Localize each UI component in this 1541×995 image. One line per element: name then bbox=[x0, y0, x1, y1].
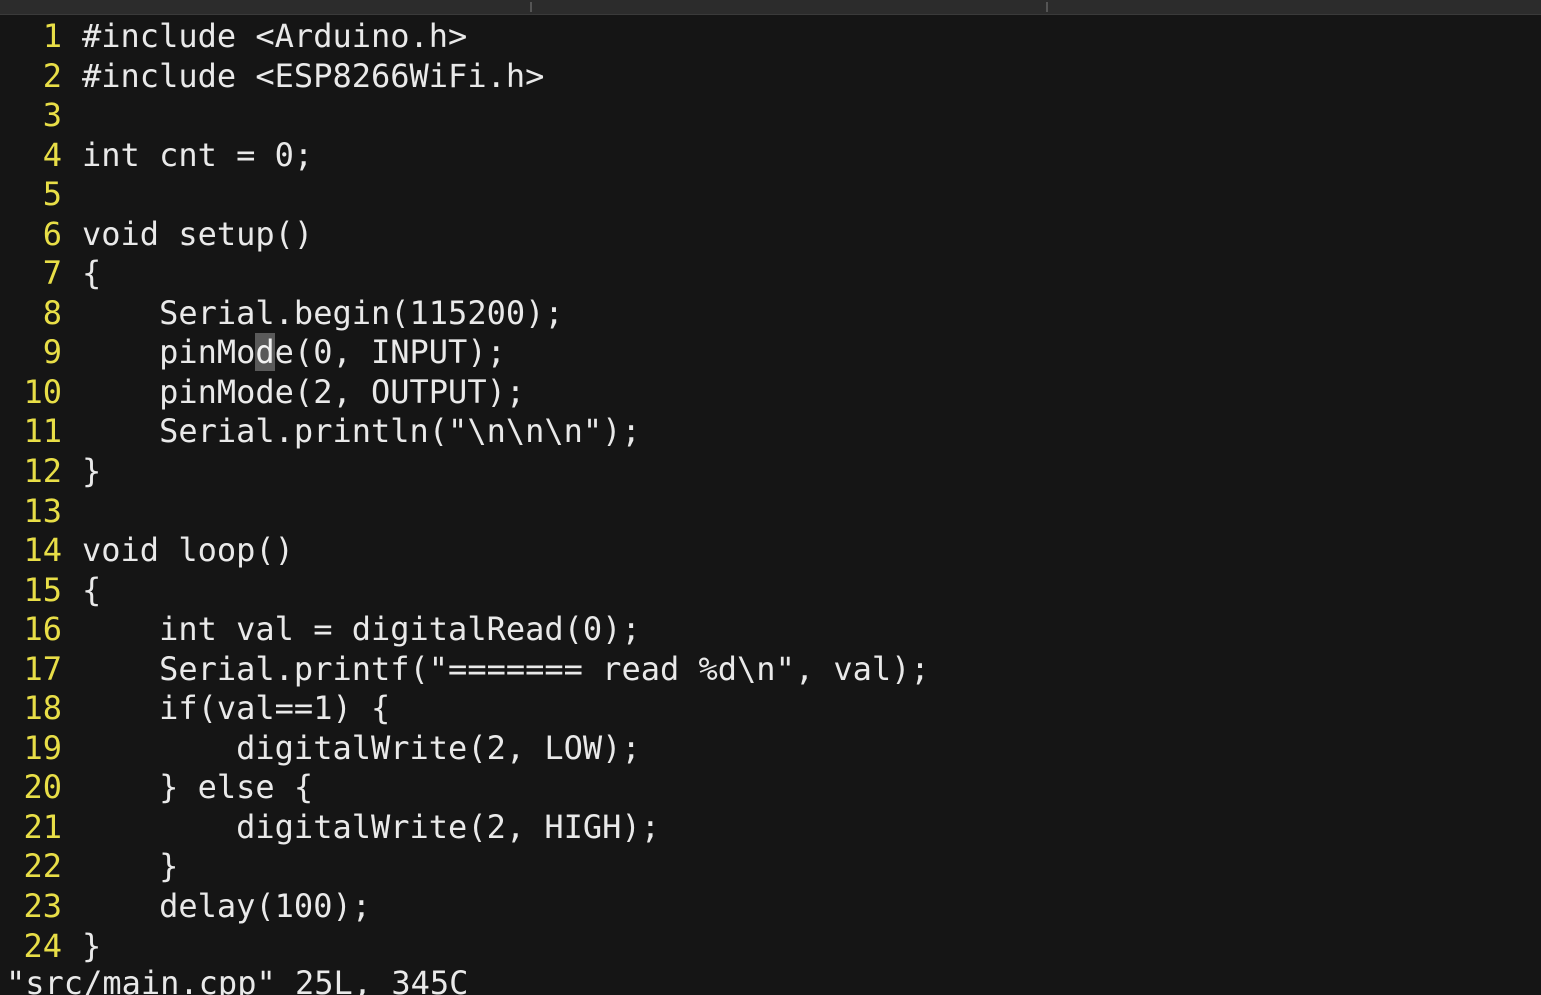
line-number: 7 bbox=[42, 254, 62, 293]
code-text[interactable]: } bbox=[82, 847, 178, 887]
line-number: 22 bbox=[23, 847, 62, 886]
line-number: 24 bbox=[23, 926, 62, 965]
code-text[interactable]: digitalWrite(2, LOW); bbox=[82, 729, 641, 769]
code-line[interactable]: 13 bbox=[0, 492, 1541, 532]
code-line[interactable]: 8 Serial.begin(115200); bbox=[0, 294, 1541, 334]
code-text[interactable]: #include <ESP8266WiFi.h> bbox=[82, 57, 544, 97]
code-text[interactable]: delay(100); bbox=[82, 887, 371, 927]
line-number: 18 bbox=[23, 689, 62, 728]
code-line[interactable]: 20 } else { bbox=[0, 768, 1541, 808]
code-line[interactable]: 21 digitalWrite(2, HIGH); bbox=[0, 808, 1541, 848]
code-line[interactable]: 3 bbox=[0, 96, 1541, 136]
code-line[interactable]: 12} bbox=[0, 452, 1541, 492]
line-number: 3 bbox=[42, 96, 62, 135]
code-text[interactable]: { bbox=[82, 571, 101, 611]
line-number: 4 bbox=[42, 135, 62, 174]
code-text[interactable]: int cnt = 0; bbox=[82, 136, 313, 176]
code-text[interactable]: #include <Arduino.h> bbox=[82, 17, 467, 57]
code-text[interactable]: Serial.printf("======= read %d\n", val); bbox=[82, 650, 930, 690]
code-editor[interactable]: 1 #include <Arduino.h> 2 #include <ESP8266W… bbox=[0, 17, 1541, 966]
code-line[interactable]: 24} bbox=[0, 927, 1541, 967]
code-text[interactable]: Serial.begin(115200); bbox=[82, 294, 564, 334]
code-text[interactable]: } bbox=[82, 452, 101, 492]
code-text[interactable]: void setup() bbox=[82, 215, 313, 255]
code-line[interactable]: 10 pinMode(2, OUTPUT); bbox=[0, 373, 1541, 413]
line-number: 5 bbox=[42, 175, 62, 214]
code-text[interactable]: if(val==1) { bbox=[82, 689, 390, 729]
line-number: 13 bbox=[23, 491, 62, 530]
code-text[interactable]: } bbox=[82, 927, 101, 967]
line-number: 14 bbox=[23, 531, 62, 570]
line-number: 1 bbox=[42, 17, 62, 55]
line-number: 8 bbox=[42, 293, 62, 332]
tab-divider bbox=[530, 2, 532, 12]
code-line[interactable]: 22 } bbox=[0, 847, 1541, 887]
code-line[interactable]: 19 digitalWrite(2, LOW); bbox=[0, 729, 1541, 769]
code-line[interactable]: 18 if(val==1) { bbox=[0, 689, 1541, 729]
tab-divider bbox=[1046, 2, 1048, 12]
code-line[interactable]: 9 pinMode(0, INPUT); bbox=[0, 333, 1541, 373]
code-line[interactable]: 16 int val = digitalRead(0); bbox=[0, 610, 1541, 650]
code-text[interactable]: int val = digitalRead(0); bbox=[82, 610, 641, 650]
status-line: "src/main.cpp" 25L, 345C bbox=[6, 964, 469, 995]
code-line[interactable]: 7{ bbox=[0, 254, 1541, 294]
terminal-top-bar bbox=[0, 0, 1541, 15]
code-text[interactable]: pinMode(0, INPUT); bbox=[82, 333, 506, 373]
line-number: 12 bbox=[23, 452, 62, 491]
code-line[interactable]: 15 { bbox=[0, 571, 1541, 611]
line-number: 15 bbox=[23, 570, 62, 609]
line-number: 23 bbox=[23, 887, 62, 926]
code-line[interactable]: 2 #include <ESP8266WiFi.h> bbox=[0, 57, 1541, 97]
code-text[interactable]: Serial.println("\n\n\n"); bbox=[82, 412, 641, 452]
line-number: 19 bbox=[23, 728, 62, 767]
line-number: 6 bbox=[42, 214, 62, 253]
code-line[interactable]: 6 void setup() bbox=[0, 215, 1541, 255]
code-text[interactable]: digitalWrite(2, HIGH); bbox=[82, 808, 660, 848]
code-text[interactable]: { bbox=[82, 254, 101, 294]
line-number: 16 bbox=[23, 610, 62, 649]
code-line[interactable]: 17 Serial.printf("======= read %d\n", va… bbox=[0, 650, 1541, 690]
code-text[interactable]: void loop() bbox=[82, 531, 294, 571]
code-text[interactable]: pinMode(2, OUTPUT); bbox=[82, 373, 525, 413]
line-number: 17 bbox=[23, 649, 62, 688]
code-line[interactable]: 5 bbox=[0, 175, 1541, 215]
code-line[interactable]: 14 void loop() bbox=[0, 531, 1541, 571]
line-number: 11 bbox=[23, 412, 62, 451]
code-text[interactable]: } else { bbox=[82, 768, 313, 808]
code-line[interactable]: 1 #include <Arduino.h> bbox=[0, 17, 1541, 57]
line-number: 9 bbox=[42, 333, 62, 372]
line-number: 2 bbox=[42, 56, 62, 95]
code-line[interactable]: 23 delay(100); bbox=[0, 887, 1541, 927]
line-number: 10 bbox=[23, 372, 62, 411]
line-number: 21 bbox=[23, 807, 62, 846]
line-number: 20 bbox=[23, 768, 62, 807]
code-line[interactable]: 11 Serial.println("\n\n\n"); bbox=[0, 412, 1541, 452]
text-cursor: d bbox=[255, 333, 275, 372]
code-line[interactable]: 4 int cnt = 0; bbox=[0, 136, 1541, 176]
